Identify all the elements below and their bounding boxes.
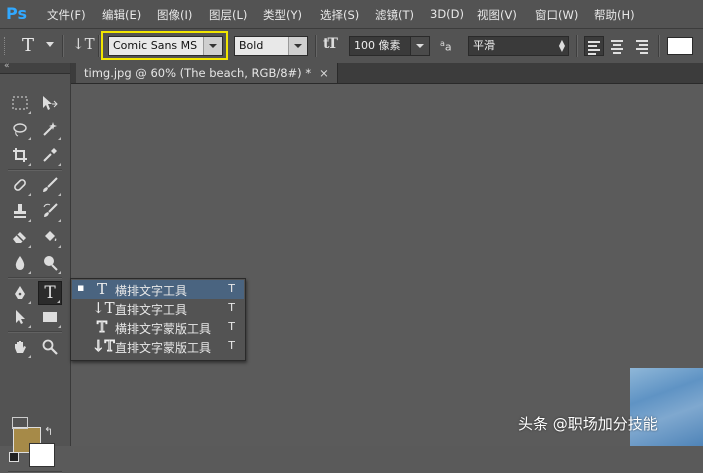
divider [98,35,100,57]
type-tool-icon[interactable]: T [38,281,62,305]
horizontal-type-mask-icon: T [96,318,107,337]
divider [8,169,62,171]
menu-bar: Ps 文件(F) 编辑(E) 图像(I) 图层(L) 类型(Y) 选择(S) 滤… [0,0,703,29]
blur-tool-icon[interactable] [8,251,32,275]
menu-3d[interactable]: 3D(D) [430,7,464,21]
menu-edit[interactable]: 编辑(E) [102,7,141,23]
vertical-type-icon: ↓T [92,299,115,317]
divider [8,331,62,333]
eyedropper-tool-icon[interactable] [38,143,62,167]
pen-tool-icon[interactable] [8,281,32,305]
divider [315,35,317,57]
anti-alias-value: 平滑 [473,39,495,52]
options-bar: T ↓T Comic Sans MS Bold tT 100 像素 aa 平滑 … [0,29,703,64]
flyout-item-label: 直排文字工具 [115,303,188,317]
menu-layer[interactable]: 图层(L) [209,7,247,23]
quick-mask-icon[interactable] [12,417,28,429]
menu-image[interactable]: 图像(I) [157,7,192,23]
font-family-select[interactable]: Comic Sans MS [108,36,223,56]
flyout-item-label: 直排文字蒙版工具 [115,341,212,355]
updown-icon: ▲ ▼ [558,38,565,53]
tool-preset-arrow-icon[interactable] [46,42,54,47]
default-colors-icon[interactable] [9,452,19,462]
crop-tool-icon[interactable] [8,143,32,167]
vertical-type-mask-icon: ↓T [92,337,116,356]
divider [62,35,64,57]
document-tab-bar: timg.jpg @ 60% (The beach, RGB/8#) * × [71,63,703,84]
anti-alias-select[interactable]: 平滑 ▲ ▼ [468,36,569,56]
font-family-value: Comic Sans MS [113,39,198,52]
divider [8,277,62,279]
brush-tool-icon[interactable] [38,173,62,197]
healing-brush-tool-icon[interactable] [8,173,32,197]
font-size-value: 100 像素 [354,39,401,52]
horizontal-type-icon: T [96,280,107,298]
document-tab[interactable]: timg.jpg @ 60% (The beach, RGB/8#) * × [76,63,338,83]
align-center-button[interactable] [607,36,627,56]
tools-panel-header: « [0,61,70,74]
flyout-item-vertical-type-mask[interactable]: ↓T 直排文字蒙版工具 T [72,337,244,356]
beach-image-corner [630,368,703,446]
zoom-tool-icon[interactable] [38,335,62,359]
flyout-item-label: 横排文字工具 [115,284,188,298]
canvas-area[interactable] [71,84,703,446]
dodge-tool-icon[interactable] [38,251,62,275]
anti-alias-icon: aa [440,39,452,54]
tool-preset-text-icon[interactable]: T [22,35,34,56]
align-left-button[interactable] [584,36,604,56]
divider [576,35,578,57]
font-size-select[interactable]: 100 像素 [349,36,430,56]
clone-stamp-tool-icon[interactable] [8,199,32,223]
selected-bullet-icon: ▪ [77,281,85,294]
menu-view[interactable]: 视图(V) [477,7,517,23]
swap-colors-icon[interactable]: ↰ [44,425,53,438]
options-grip[interactable] [4,37,8,55]
paint-bucket-tool-icon[interactable] [38,225,62,249]
menu-filter[interactable]: 滤镜(T) [375,7,414,23]
close-icon[interactable]: × [319,63,329,83]
watermark: 头条 @职场加分技能 [518,415,658,433]
flyout-item-shortcut: T [228,339,235,352]
rectangle-tool-icon[interactable] [38,305,62,329]
font-size-icon: tT [323,36,338,52]
lasso-tool-icon[interactable] [8,117,32,141]
flyout-item-horizontal-type[interactable]: ▪ T 横排文字工具 T [72,280,244,299]
font-style-select[interactable]: Bold [234,36,308,56]
path-selection-tool-icon[interactable] [8,305,32,329]
marquee-tool-icon[interactable] [8,91,32,115]
menu-help[interactable]: 帮助(H) [594,7,635,23]
text-color-swatch[interactable] [667,37,693,55]
flyout-item-shortcut: T [228,282,235,295]
menu-type[interactable]: 类型(Y) [263,7,302,23]
magic-wand-tool-icon[interactable] [38,117,62,141]
history-brush-tool-icon[interactable] [38,199,62,223]
flyout-item-label: 横排文字蒙版工具 [115,322,212,336]
align-right-button[interactable] [631,36,651,56]
tools-panel: « T ↰ [0,61,71,473]
collapse-icon[interactable]: « [4,61,10,71]
toggle-orientation-icon[interactable]: ↓T [72,35,95,53]
flyout-item-shortcut: T [228,301,235,314]
anti-alias-large-a: a [444,40,452,54]
menu-file[interactable]: 文件(F) [47,7,86,23]
background-color-swatch[interactable] [29,443,55,467]
type-tool-flyout: ▪ T 横排文字工具 T ↓T 直排文字工具 T T 横排文字蒙版工具 T ↓T… [70,278,246,361]
document-tab-title: timg.jpg @ 60% (The beach, RGB/8#) * [84,66,312,80]
flyout-item-horizontal-type-mask[interactable]: T 横排文字蒙版工具 T [72,318,244,337]
flyout-item-vertical-type[interactable]: ↓T 直排文字工具 T [72,299,244,318]
chevron-down-icon[interactable] [203,37,222,55]
hand-tool-icon[interactable] [8,335,32,359]
menu-select[interactable]: 选择(S) [320,7,359,23]
font-style-value: Bold [239,39,264,52]
divider [658,35,660,57]
flyout-item-shortcut: T [228,320,235,333]
photoshop-logo: Ps [6,4,27,23]
move-tool-icon[interactable] [38,91,62,115]
menu-window[interactable]: 窗口(W) [535,7,578,23]
eraser-tool-icon[interactable] [8,225,32,249]
chevron-down-icon[interactable] [410,37,429,55]
chevron-down-icon[interactable] [288,37,307,55]
